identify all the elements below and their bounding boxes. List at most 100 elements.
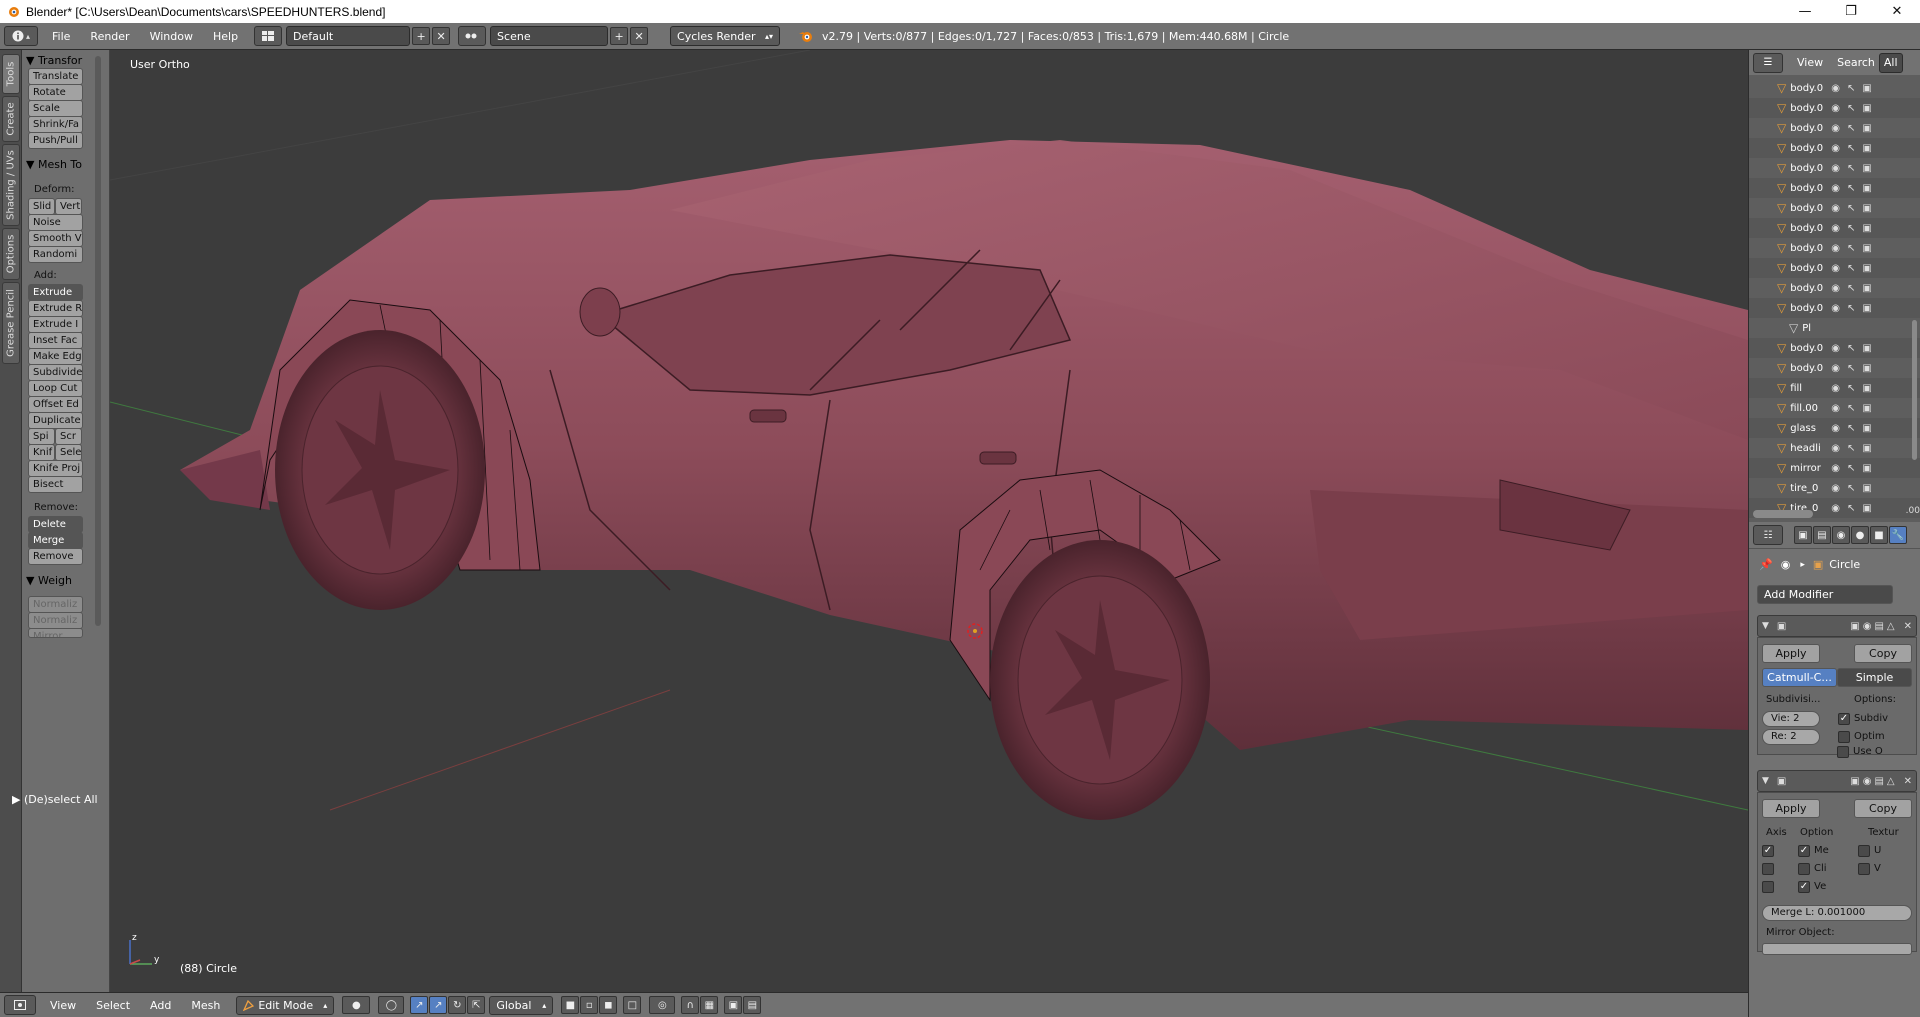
normalize-button[interactable]: Normaliz <box>28 596 83 613</box>
eye-icon[interactable]: ◉ <box>1831 343 1840 354</box>
optimal-display-checkbox[interactable] <box>1838 731 1850 743</box>
outliner-row[interactable]: ▽ body.0 ◉ ↖ ▣ <box>1749 78 1920 98</box>
catmull-clark-button[interactable]: Catmull-C... <box>1762 668 1837 687</box>
outliner-row[interactable]: ▽ body.0 ◉ ↖ ▣ <box>1749 278 1920 298</box>
eye-icon[interactable]: ◉ <box>1831 143 1840 154</box>
eye-icon[interactable]: ◉ <box>1831 243 1840 254</box>
outliner-row[interactable]: ▽ body.0 ◉ ↖ ▣ <box>1749 98 1920 118</box>
eye-icon[interactable]: ◉ <box>1831 503 1840 514</box>
outliner-row[interactable]: ▽ body.0 ◉ ↖ ▣ <box>1749 258 1920 278</box>
eye-icon[interactable]: ◉ <box>1831 183 1840 194</box>
editor-type-outliner-selector[interactable]: ☰ <box>1753 52 1783 73</box>
modifier-visibility-icons[interactable]: ▣◉▤△ <box>1850 776 1897 787</box>
remove-modifier-icon[interactable]: ✕ <box>1904 776 1912 787</box>
axis-y-checkbox[interactable] <box>1762 863 1774 875</box>
axis-x-checkbox[interactable]: ✓ <box>1762 845 1774 857</box>
snap-toggle[interactable]: ∩ <box>681 996 700 1014</box>
cursor-select-icon[interactable]: ↖ <box>1847 243 1855 254</box>
outliner-row[interactable]: ▽ body.0 ◉ ↖ ▣ <box>1749 158 1920 178</box>
clipping-checkbox[interactable] <box>1798 863 1810 875</box>
extrude-region-button[interactable]: Extrude R <box>28 300 83 317</box>
limit-selection-button[interactable]: □ <box>623 996 642 1014</box>
render-camera-icon[interactable]: ▣ <box>1862 263 1871 274</box>
render-camera-icon[interactable]: ▣ <box>1862 123 1871 134</box>
extrude-individual-button[interactable]: Extrude I <box>28 316 83 333</box>
cursor-select-icon[interactable]: ↖ <box>1847 463 1855 474</box>
eye-icon[interactable]: ◉ <box>1831 303 1840 314</box>
editor-type-properties-selector[interactable]: ☷ <box>1753 525 1783 545</box>
eye-icon[interactable]: ◉ <box>1831 443 1840 454</box>
cursor-select-icon[interactable]: ↖ <box>1847 123 1855 134</box>
rotate-button[interactable]: Rotate <box>28 84 83 101</box>
outliner-row[interactable]: ▽ headli ◉ ↖ ▣ <box>1749 438 1920 458</box>
cursor-select-icon[interactable]: ↖ <box>1847 303 1855 314</box>
cursor-select-icon[interactable]: ↖ <box>1847 103 1855 114</box>
interaction-mode-select[interactable]: Edit Mode ▴ <box>236 995 335 1015</box>
outliner-row[interactable]: ▽ glass ◉ ↖ ▣ <box>1749 418 1920 438</box>
modifier-visibility-icons[interactable]: ▣◉▤△ <box>1850 621 1897 632</box>
simple-button[interactable]: Simple <box>1837 668 1912 687</box>
outliner-row[interactable]: ▽ body.0 ◉ ↖ ▣ <box>1749 238 1920 258</box>
outliner-row[interactable]: ▽ body.0 ◉ ↖ ▣ <box>1749 358 1920 378</box>
face-select-button[interactable]: ◼ <box>599 996 618 1014</box>
render-engine-select[interactable]: Cycles Render ▴▾ <box>670 26 781 46</box>
render-camera-icon[interactable]: ▣ <box>1862 143 1871 154</box>
tab-grease-pencil[interactable]: Grease Pencil <box>2 282 20 364</box>
outliner-row[interactable]: ▽ fill.00 ◉ ↖ ▣ <box>1749 398 1920 418</box>
remove-doubles-button[interactable]: Remove <box>28 548 83 565</box>
subdivide-button[interactable]: Subdivide <box>28 364 83 381</box>
outliner-row[interactable]: ▽ body.0 ◉ ↖ ▣ <box>1749 138 1920 158</box>
render-camera-icon[interactable]: ▣ <box>1862 443 1871 454</box>
scene-tab-icon[interactable]: ◉ <box>1832 526 1850 544</box>
cursor-select-icon[interactable]: ↖ <box>1847 443 1855 454</box>
modifier-tab-icon[interactable]: 🔧 <box>1889 526 1907 544</box>
mirror-copy-button[interactable]: Copy <box>1854 799 1912 818</box>
screw-button[interactable]: Scr <box>55 428 82 445</box>
vertex-slide-button[interactable]: Vert <box>55 198 82 215</box>
texture-v-checkbox[interactable] <box>1858 863 1870 875</box>
render-camera-icon[interactable]: ▣ <box>1862 103 1871 114</box>
cursor-select-icon[interactable]: ↖ <box>1847 363 1855 374</box>
loop-cut-button[interactable]: Loop Cut <box>28 380 83 397</box>
outliner-filter-select[interactable]: All <box>1878 52 1903 73</box>
slide-button[interactable]: Slid <box>28 198 55 215</box>
render-tab-icon[interactable]: ▣ <box>1794 526 1812 544</box>
remove-modifier-icon[interactable]: ✕ <box>1904 621 1912 632</box>
render-camera-icon[interactable]: ▣ <box>1862 403 1871 414</box>
outliner-vscrollbar[interactable] <box>1912 320 1917 460</box>
world-tab-icon[interactable]: ● <box>1851 526 1869 544</box>
add-layout-button[interactable]: + <box>412 27 431 45</box>
eye-icon[interactable]: ◉ <box>1831 203 1840 214</box>
mesh-tools-panel-header[interactable]: ▼ Mesh To <box>26 158 82 171</box>
menu-mesh[interactable]: Mesh <box>181 999 230 1012</box>
editor-type-info-selector[interactable]: ▴ <box>4 26 38 46</box>
mirror-weights-button[interactable]: Mirror <box>28 628 83 638</box>
render-camera-icon[interactable]: ▣ <box>1862 183 1871 194</box>
knife-select-button[interactable]: Sele <box>55 444 82 461</box>
use-opensubdiv-checkbox[interactable] <box>1837 746 1849 758</box>
eye-icon[interactable]: ◉ <box>1831 123 1840 134</box>
render-camera-icon[interactable]: ▣ <box>1862 463 1871 474</box>
eye-icon[interactable]: ◉ <box>1831 283 1840 294</box>
outliner-row[interactable]: ▽ body.0 ◉ ↖ ▣ <box>1749 218 1920 238</box>
eye-icon[interactable]: ◉ <box>1831 103 1840 114</box>
eye-icon[interactable]: ◉ <box>1831 163 1840 174</box>
opengl-render-button[interactable]: ▣ <box>724 996 743 1014</box>
extrude-dropdown[interactable]: Extrude <box>28 284 83 301</box>
outliner-menu-search[interactable]: Search <box>1829 56 1879 69</box>
eye-icon[interactable]: ◉ <box>1831 423 1840 434</box>
outliner-row[interactable]: ▽ body.0 ◉ ↖ ▣ <box>1749 338 1920 358</box>
render-levels-field[interactable]: Re: 2 <box>1762 729 1820 745</box>
cursor-select-icon[interactable]: ↖ <box>1847 343 1855 354</box>
bisect-button[interactable]: Bisect <box>28 476 83 493</box>
normalize-all-button[interactable]: Normaliz <box>28 612 83 629</box>
opengl-render-animation-button[interactable]: ▤ <box>743 996 762 1014</box>
subsurf-modifier-header[interactable]: ▼ ▣ ▣◉▤△ ✕ <box>1757 615 1917 637</box>
render-camera-icon[interactable]: ▣ <box>1862 203 1871 214</box>
cursor-select-icon[interactable]: ↖ <box>1847 383 1855 394</box>
merge-checkbox[interactable]: ✓ <box>1798 845 1810 857</box>
render-camera-icon[interactable]: ▣ <box>1862 363 1871 374</box>
knife-project-button[interactable]: Knife Proj <box>28 460 83 477</box>
outliner-hscrollbar[interactable] <box>1753 510 1813 518</box>
pivot-point-select[interactable]: ◯ <box>378 996 405 1014</box>
